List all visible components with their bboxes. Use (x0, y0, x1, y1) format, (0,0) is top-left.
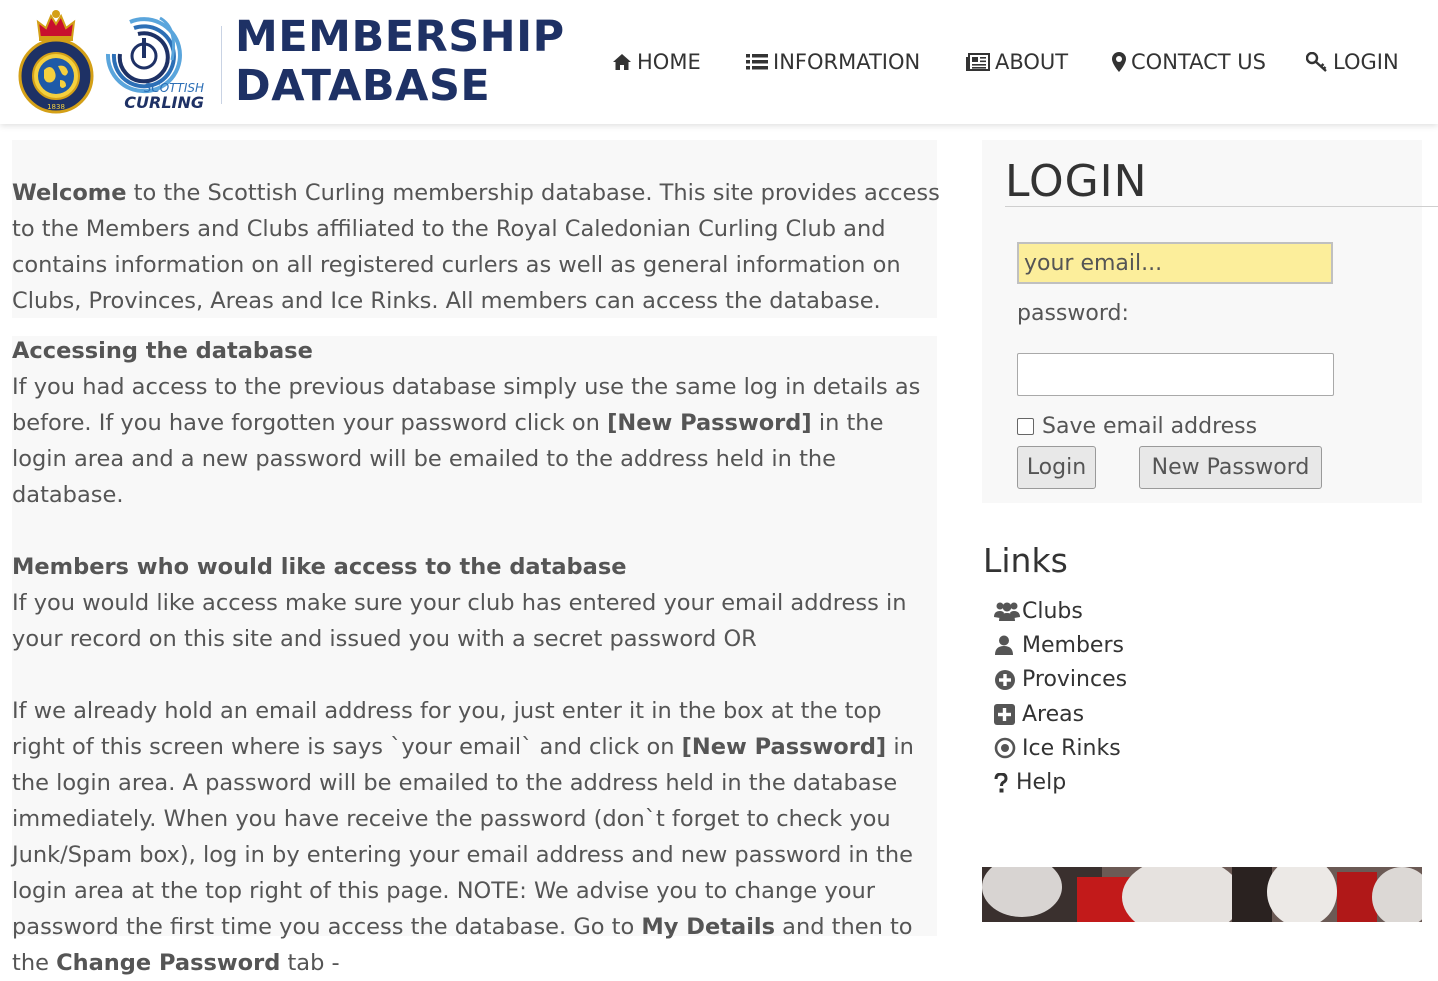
dot-circle-icon (994, 737, 1020, 759)
nav-information[interactable]: INFORMATION (746, 44, 920, 80)
home-icon (612, 53, 632, 71)
key-icon (1306, 52, 1328, 72)
welcome-paragraph: Welcome to the Scottish Curling membersh… (12, 175, 940, 319)
site-title-line-1: MEMBERSHIP (235, 12, 565, 62)
members-heading-text: Members who would like access to the dat… (12, 554, 627, 580)
accessing-new-password-ref: [New Password] (607, 410, 812, 436)
user-icon (994, 635, 1020, 656)
link-areas[interactable]: Areas (994, 697, 1127, 731)
my-details-ref: My Details (641, 914, 776, 940)
link-clubs[interactable]: Clubs (994, 594, 1127, 628)
logo-divider (221, 26, 222, 104)
change-password-ref: Change Password (56, 950, 281, 976)
main-content: Welcome to the Scottish Curling membersh… (12, 175, 940, 981)
welcome-bold: Welcome (12, 180, 127, 206)
nav-login-label: LOGIN (1333, 50, 1399, 74)
link-ice-rinks-label: Ice Rinks (1022, 735, 1121, 761)
link-members-label: Members (1022, 632, 1124, 658)
list-icon (746, 54, 768, 70)
newspaper-icon (966, 53, 990, 71)
nav-home[interactable]: HOME (612, 44, 701, 80)
link-help[interactable]: Help (994, 765, 1127, 799)
accessing-heading-text: Accessing the database (12, 338, 313, 364)
link-areas-label: Areas (1022, 701, 1085, 727)
users-icon (994, 601, 1020, 622)
already-text-4: tab - (280, 950, 340, 976)
nav-about[interactable]: ABOUT (966, 44, 1068, 80)
scottish-curling-logo[interactable]: SCOTTISH CURLING (100, 10, 210, 112)
nav-about-label: ABOUT (995, 50, 1069, 74)
members-heading: Members who would like access to the dat… (12, 549, 940, 585)
links-list: Clubs Members Provinces Areas Ice Rinks … (994, 594, 1127, 800)
rcc-crest-logo[interactable]: 1838 (18, 8, 94, 114)
nav-contact-us[interactable]: CONTACT US (1112, 44, 1266, 80)
link-members[interactable]: Members (994, 628, 1127, 662)
logo-text-curling: CURLING (124, 93, 204, 112)
nav-contact-us-label: CONTACT US (1131, 50, 1266, 74)
members-paragraph: If you would like access make sure your … (12, 590, 907, 652)
already-paragraph: If we already hold an email address for … (12, 693, 940, 981)
accessing-paragraph: If you had access to the previous databa… (12, 369, 940, 513)
plus-square-icon (994, 703, 1020, 725)
nav-home-label: HOME (637, 50, 701, 74)
save-email-row[interactable]: Save email address (1017, 414, 1257, 439)
welcome-text: to the Scottish Curling membership datab… (12, 180, 940, 314)
plus-circle-icon (994, 669, 1020, 691)
question-icon (994, 772, 1014, 793)
links-heading: Links (983, 541, 1068, 580)
new-password-button[interactable]: New Password (1139, 446, 1322, 489)
already-text-2: in the login area. A password will be em… (12, 734, 914, 940)
site-header: 1838 SCOTTISH CURLING MEMBERSHIP DATABAS… (0, 0, 1438, 124)
login-heading-rule (1005, 206, 1438, 207)
password-input[interactable] (1017, 353, 1334, 396)
password-label: password: (1017, 301, 1129, 326)
nav-information-label: INFORMATION (773, 50, 921, 74)
login-button[interactable]: Login (1017, 446, 1096, 489)
link-clubs-label: Clubs (1022, 598, 1083, 624)
link-provinces-label: Provinces (1022, 667, 1128, 693)
link-ice-rinks[interactable]: Ice Rinks (994, 731, 1127, 765)
map-marker-icon (1112, 52, 1126, 72)
rcc-year: 1838 (47, 103, 65, 111)
nav-login[interactable]: LOGIN (1306, 44, 1399, 80)
site-title-line-2: DATABASE (235, 61, 491, 111)
already-new-password-ref: [New Password] (681, 734, 887, 760)
save-email-label[interactable]: Save email address (1042, 414, 1257, 439)
curling-photo (982, 867, 1422, 922)
site-title[interactable]: MEMBERSHIP DATABASE (235, 13, 565, 111)
link-provinces[interactable]: Provinces (994, 663, 1127, 697)
save-email-checkbox[interactable] (1017, 418, 1034, 435)
accessing-heading: Accessing the database (12, 333, 940, 369)
link-help-label: Help (1016, 770, 1067, 796)
email-input[interactable] (1017, 242, 1333, 284)
login-heading: LOGIN (1005, 156, 1148, 207)
